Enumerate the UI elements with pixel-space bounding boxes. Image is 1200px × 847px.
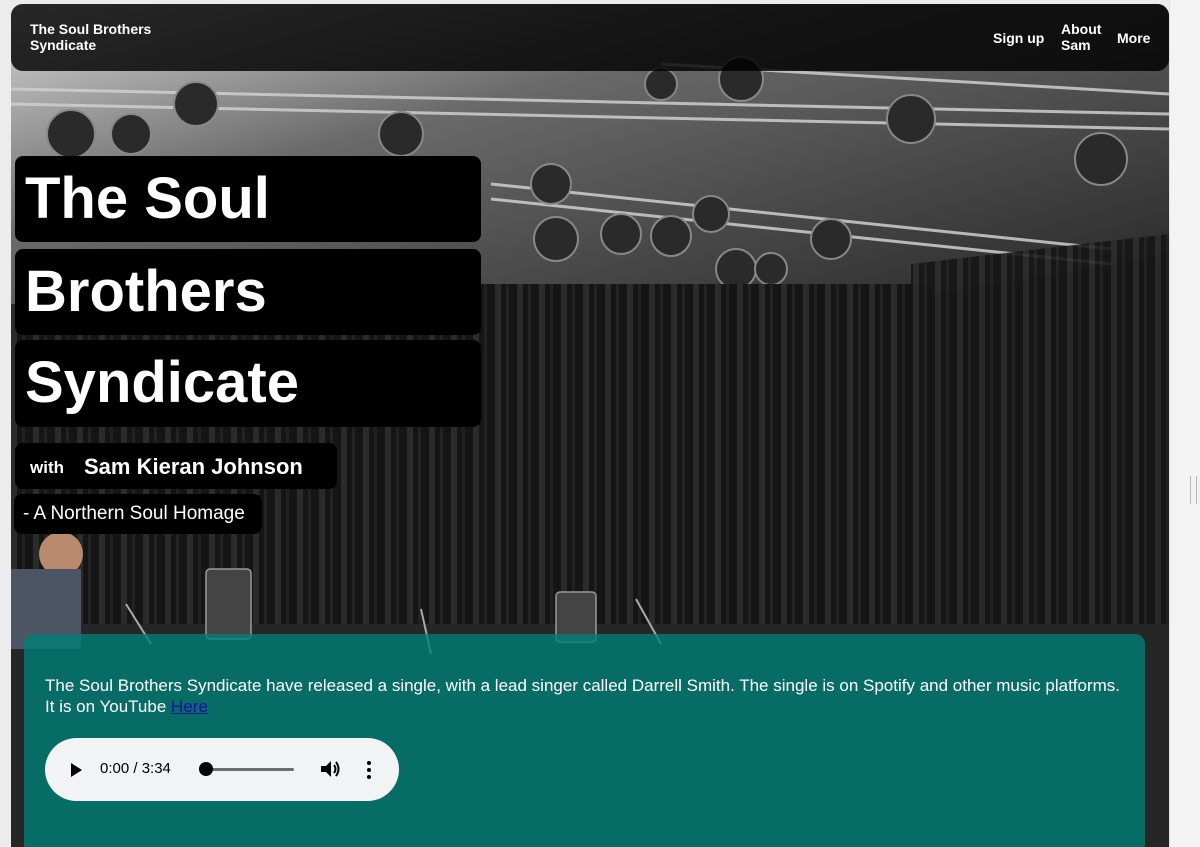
hero-title-line-3: Syndicate bbox=[15, 340, 481, 427]
top-navbar: The Soul Brothers Syndicate Sign up Abou… bbox=[11, 4, 1169, 71]
page: The Soul Brothers Syndicate Sign up Abou… bbox=[0, 0, 1200, 847]
hero-featuring-badge: with Sam Kieran Johnson bbox=[15, 443, 337, 489]
nav-link-more[interactable]: More bbox=[1117, 30, 1150, 46]
hero-tagline: - A Northern Soul Homage bbox=[14, 494, 262, 534]
volume-icon[interactable] bbox=[320, 759, 342, 779]
audio-seek-thumb[interactable] bbox=[199, 762, 213, 776]
brand-logo-text[interactable]: The Soul Brothers Syndicate bbox=[30, 21, 180, 53]
audio-player: 0:00 / 3:34 bbox=[45, 738, 399, 801]
featuring-artist-name: Sam Kieran Johnson bbox=[84, 454, 303, 479]
nav-link-about-sam[interactable]: About Sam bbox=[1061, 21, 1105, 53]
nav-link-sign-up[interactable]: Sign up bbox=[993, 30, 1044, 46]
featuring-with-label: with bbox=[30, 458, 64, 477]
play-icon[interactable] bbox=[71, 763, 82, 777]
audio-time-display: 0:00 / 3:34 bbox=[100, 760, 171, 777]
release-info-text: The Soul Brothers Syndicate have release… bbox=[45, 675, 1120, 717]
release-info-panel: The Soul Brothers Syndicate have release… bbox=[24, 634, 1145, 847]
audio-seek-bar[interactable] bbox=[206, 768, 294, 771]
hero-title-line-2: Brothers bbox=[15, 249, 481, 335]
page-scrollbar[interactable] bbox=[1169, 0, 1200, 847]
scrollbar-grip-icon[interactable] bbox=[1190, 476, 1197, 504]
hero-title-line-1: The Soul bbox=[15, 156, 481, 242]
more-options-icon[interactable] bbox=[363, 760, 375, 780]
youtube-link[interactable]: Here bbox=[171, 697, 208, 716]
